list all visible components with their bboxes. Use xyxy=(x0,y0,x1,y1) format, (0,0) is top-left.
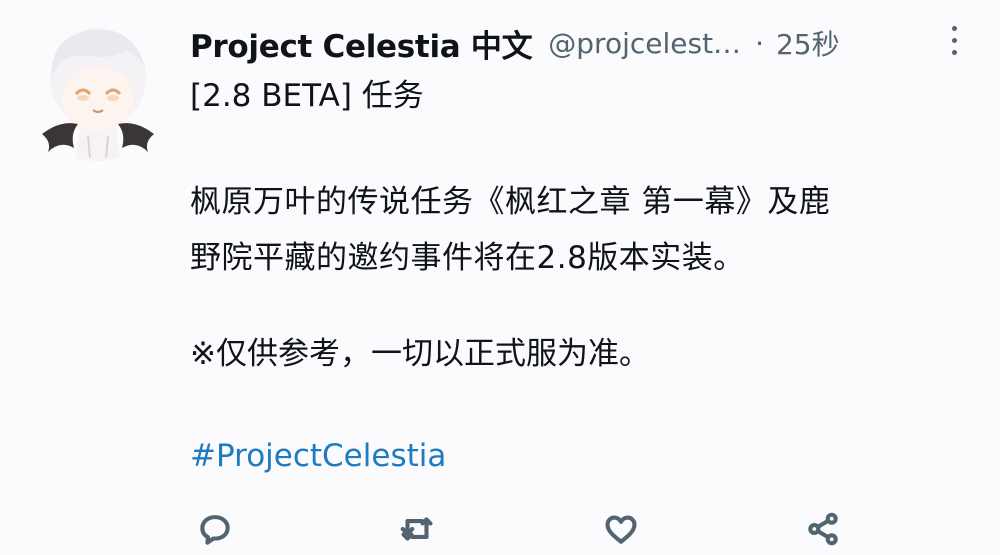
tweet-body: 枫原万叶的传说任务《枫红之章 第一幕》及鹿 野院平藏的邀约事件将在2.8版本实装… xyxy=(190,174,980,286)
hashtag-link[interactable]: #ProjectCelestia xyxy=(190,432,446,480)
user-handle[interactable]: @projcelest… xyxy=(548,27,741,60)
tweet-body-line: 野院平藏的邀约事件将在2.8版本实装。 xyxy=(190,240,745,276)
tweet-tag-line: [2.8 BETA] 任务 xyxy=(190,78,424,114)
retweet-icon xyxy=(400,517,433,541)
reply-icon xyxy=(200,515,230,545)
retweet-button[interactable] xyxy=(392,505,442,553)
action-bar xyxy=(190,505,850,553)
share-icon xyxy=(808,512,838,546)
like-icon xyxy=(605,515,637,544)
like-button[interactable] xyxy=(596,505,646,553)
tweet-header: Project Celestia 中文 @projcelest… · 25秒 xyxy=(190,20,980,66)
separator-dot: · xyxy=(755,26,764,60)
reply-button[interactable] xyxy=(190,505,240,553)
avatar-image xyxy=(42,28,154,161)
tweet-note: ※仅供参考，一切以正式服为准。 xyxy=(190,336,650,372)
timestamp[interactable]: 25秒 xyxy=(776,23,840,63)
avatar[interactable] xyxy=(30,16,160,166)
more-vertical-icon[interactable] xyxy=(950,26,958,60)
tweet-body-line: 枫原万叶的传说任务《枫红之章 第一幕》及鹿 xyxy=(190,184,831,220)
share-button[interactable] xyxy=(798,505,848,553)
display-name[interactable]: Project Celestia 中文 xyxy=(190,21,533,66)
tweet-card[interactable]: Project Celestia 中文 @projcelest… · 25秒 [… xyxy=(0,0,1000,555)
